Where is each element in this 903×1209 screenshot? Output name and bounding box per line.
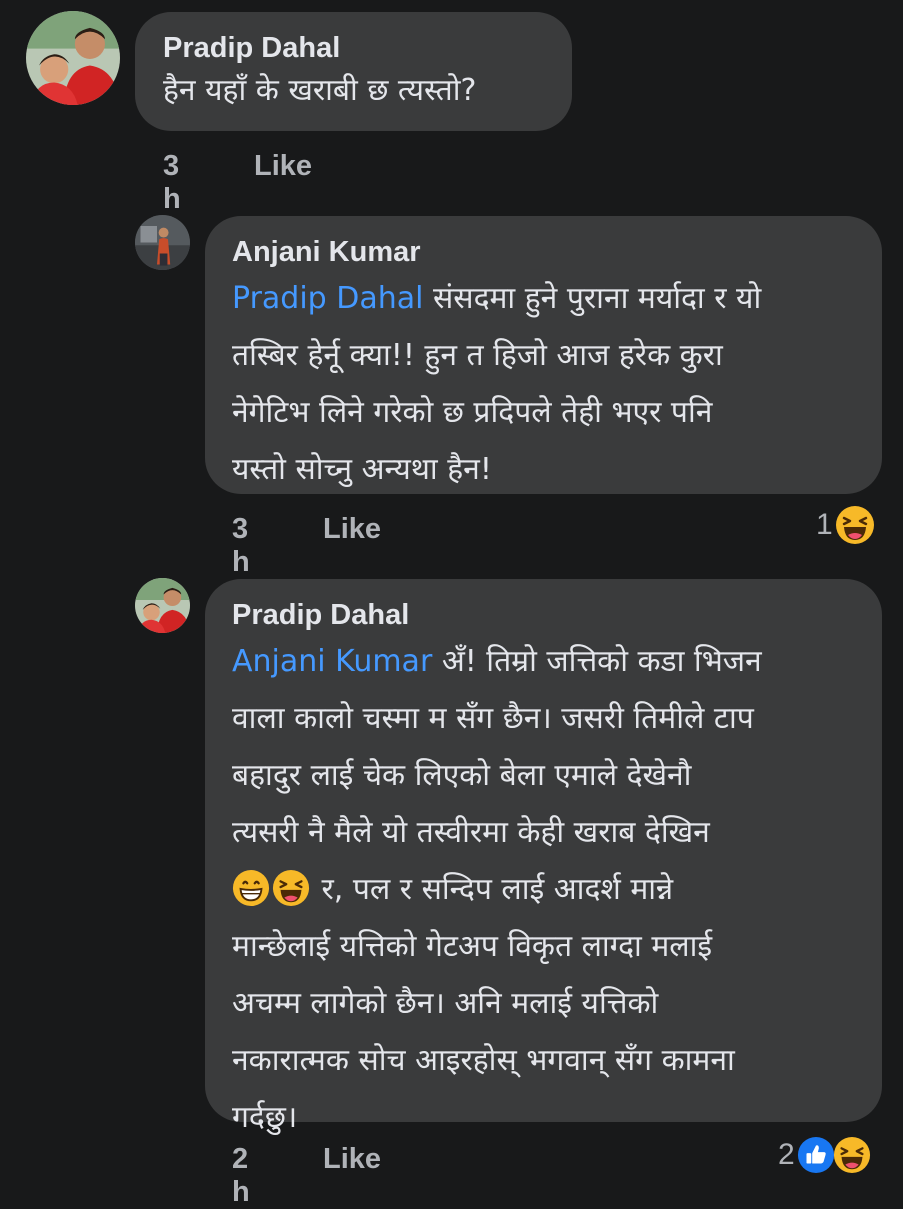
comment-line: नकारात्मक सोच आइरहोस् भगवान् सँग कामना xyxy=(232,1043,735,1078)
profile-photo-icon xyxy=(26,11,120,105)
comment-line: र, पल र सन्दिप लाई आदर्श मान्ने xyxy=(232,861,762,918)
like-button[interactable]: Like xyxy=(323,1143,381,1176)
avatar[interactable] xyxy=(135,215,190,270)
mention-link[interactable]: Pradip Dahal xyxy=(232,281,423,316)
comment-time[interactable]: 2 h xyxy=(232,1143,250,1209)
like-button[interactable]: Like xyxy=(254,150,312,183)
mention-link[interactable]: Anjani Kumar xyxy=(232,644,432,679)
comment-author[interactable]: Pradip Dahal xyxy=(163,32,340,65)
comment-line: मान्छेलाई यत्तिको गेटअप विकृत लाग्दा मला… xyxy=(232,929,713,964)
comment-text: हैन यहाँ के खराबी छ त्यस्तो? xyxy=(163,73,477,108)
haha-icon xyxy=(833,1136,871,1174)
avatar[interactable] xyxy=(135,578,190,633)
haha-icon xyxy=(835,505,875,545)
comment-line: Anjani Kumar अँ! तिम्रो जत्तिको कडा भिजन xyxy=(232,644,762,679)
comment-line: यस्तो सोच्नु अन्यथा हैन! xyxy=(232,452,492,487)
avatar[interactable] xyxy=(26,11,120,105)
comment-bubble: Pradip Dahal हैन यहाँ के खराबी छ त्यस्तो… xyxy=(135,12,572,131)
like-icon xyxy=(797,1136,835,1174)
comment-line: गर्दछु। xyxy=(232,1100,298,1135)
comment-line: नेगेटिभ लिने गरेको छ प्रदिपले तेही भएर प… xyxy=(232,395,713,430)
comment-time[interactable]: 3 h xyxy=(232,513,250,579)
comment-text: Pradip Dahal संसदमा हुने पुराना मर्यादा … xyxy=(232,270,761,498)
comment-line: त्यसरी नै मैले यो तस्वीरमा केही खराब देख… xyxy=(232,815,710,850)
comment-line: Pradip Dahal संसदमा हुने पुराना मर्यादा … xyxy=(232,281,762,316)
like-button[interactable]: Like xyxy=(323,513,381,546)
reaction-summary[interactable]: 1 xyxy=(816,505,875,545)
comment-time[interactable]: 3 h xyxy=(163,150,181,216)
profile-photo-icon xyxy=(135,215,190,270)
reaction-count: 1 xyxy=(816,508,833,541)
grin-emoji-icon xyxy=(232,869,270,907)
comment-text: Anjani Kumar अँ! तिम्रो जत्तिको कडा भिजन… xyxy=(232,633,762,1146)
comment-author[interactable]: Anjani Kumar xyxy=(232,236,421,269)
comment-line: तस्बिर हेर्नू क्या!! हुन त हिजो आज हरेक … xyxy=(232,338,723,373)
comment-line: अचम्म लागेको छैन। अनि मलाई यत्तिको xyxy=(232,986,659,1021)
comment-bubble: Anjani Kumar Pradip Dahal संसदमा हुने पु… xyxy=(205,216,882,494)
profile-photo-icon xyxy=(135,578,190,633)
reaction-count: 2 xyxy=(778,1138,795,1171)
comment-author[interactable]: Pradip Dahal xyxy=(232,599,409,632)
reaction-summary[interactable]: 2 xyxy=(778,1136,871,1174)
comment-line: बहादुर लाई चेक लिएको बेला एमाले देखेनौ xyxy=(232,758,692,793)
comment-line: वाला कालो चस्मा म सँग छैन। जसरी तिमीले ट… xyxy=(232,701,754,736)
laughing-emoji-icon xyxy=(272,869,310,907)
comment-bubble: Pradip Dahal Anjani Kumar अँ! तिम्रो जत्… xyxy=(205,579,882,1135)
